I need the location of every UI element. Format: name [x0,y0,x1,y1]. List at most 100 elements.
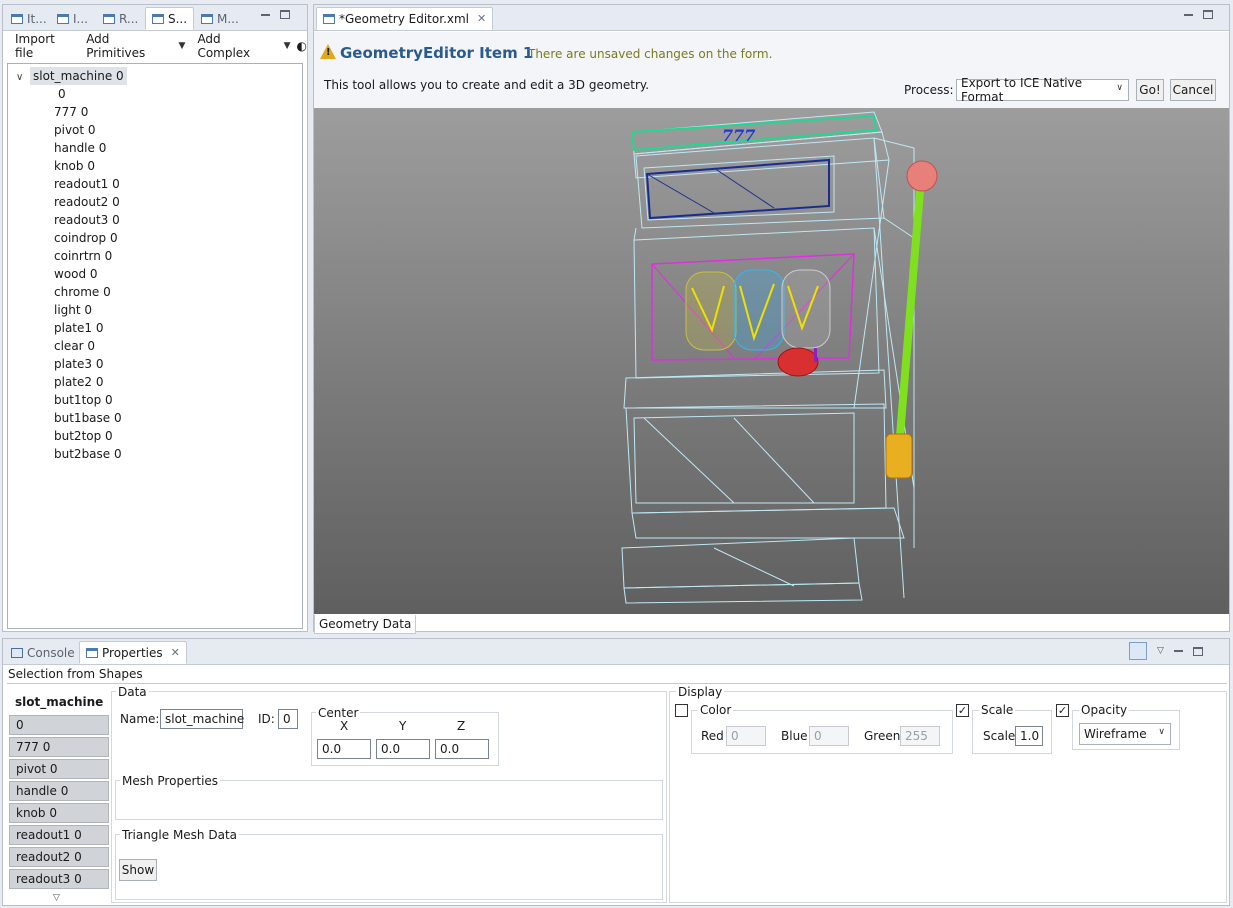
tree-item[interactable]: readout3 0 [54,211,120,229]
selection-list-item[interactable]: handle 0 [9,781,109,801]
minimize-icon[interactable] [1184,13,1193,16]
more-icon[interactable]: ◐ [297,39,307,53]
shape-tree: ∨ slot_machine 0 0 777 0 pivot 0 handle 0 kno… [7,63,303,629]
tree-item[interactable]: plate1 0 [54,319,103,337]
import-file-button[interactable]: Import file [9,32,80,60]
maximize-icon[interactable] [1203,10,1213,19]
scale-checkbox[interactable]: ✓ [956,704,969,717]
selection-list-item[interactable]: readout2 0 [9,847,109,867]
tree-item[interactable]: 0 [58,85,66,103]
view-icon [152,13,164,24]
chevron-down-icon[interactable]: ▼ [179,41,186,51]
add-complex-button[interactable]: Add Complex [191,32,279,60]
selection-list-item[interactable]: 777 0 [9,737,109,757]
pin-icon[interactable] [1129,642,1147,660]
tree-item[interactable]: clear 0 [54,337,95,355]
tree-item[interactable]: coinrtrn 0 [54,247,112,265]
tab-geometry-data[interactable]: Geometry Data [314,615,417,634]
tab-i[interactable]: I... [51,7,94,30]
selection-list-item[interactable]: readout3 0 [9,869,109,889]
red-input[interactable]: 0 [726,726,766,746]
center-z-input[interactable]: 0.0 [435,739,489,759]
editor-panel: *Geometry Editor.xml ✕ ! GeometryEditor … [313,4,1230,634]
selection-list-item[interactable]: slot_machine 0 [9,693,109,727]
properties-panel: Console Properties ✕ ▽ Selection from Sh… [2,638,1230,906]
warning-mark: ! [326,47,331,58]
tree-item[interactable]: plate2 0 [54,373,103,391]
chevron-down-icon[interactable]: ▼ [284,41,291,51]
triangle-mesh-group: Triangle Mesh Data [115,828,663,900]
show-button[interactable]: Show [119,859,157,881]
tab-items[interactable]: It... [5,7,53,30]
minimize-icon[interactable] [261,13,270,16]
id-input[interactable]: 0 [278,709,298,729]
selection-list-item[interactable]: knob 0 [9,803,109,823]
center-y-input[interactable]: 0.0 [376,739,430,759]
selection-title: Selection from Shapes [8,667,143,681]
tab-geometry-editor[interactable]: *Geometry Editor.xml ✕ [316,7,494,30]
tree-item[interactable]: but2base 0 [54,445,122,463]
tree-item[interactable]: wood 0 [54,265,98,283]
slot-machine-render: 777 [621,111,938,604]
tree-item[interactable]: light 0 [54,301,92,319]
blue-input[interactable]: 0 [809,726,849,746]
tree-item[interactable]: pivot 0 [54,121,96,139]
scale-group-label: Scale [979,703,1016,717]
tree-item[interactable]: but2top 0 [54,427,113,445]
name-label: Name: [120,712,160,726]
tree-item-root[interactable]: ∨ slot_machine 0 [16,67,127,87]
z-label: Z [457,719,466,733]
close-icon[interactable]: ✕ [171,646,180,659]
name-input[interactable]: slot_machine [160,709,244,729]
tab-m[interactable]: M... [195,7,245,30]
tree-item[interactable]: but1base 0 [54,409,122,427]
tree-item[interactable]: but1top 0 [54,391,113,409]
green-input[interactable]: 255 [900,726,940,746]
tree-item[interactable]: readout2 0 [54,193,120,211]
tree-item[interactable]: handle 0 [54,139,106,157]
tree-item[interactable]: coindrop 0 [54,229,118,247]
chevron-down-icon: ∨ [1116,83,1123,93]
view-icon [57,13,69,24]
process-select[interactable]: Export to ICE Native Format ∨ [956,76,1129,104]
tree-item[interactable]: plate3 0 [54,355,103,373]
tab-console[interactable]: Console [5,641,81,664]
left-tabbar: It... I... R... S... M... [3,5,307,31]
selection-list-item[interactable]: 0 [9,715,109,735]
maximize-icon[interactable] [1192,646,1203,656]
minimize-icon[interactable] [1173,650,1183,652]
editor-icon [323,13,335,24]
scale-label: Scale [983,729,1016,743]
tab-properties[interactable]: Properties ✕ [79,641,187,664]
selection-list-item[interactable]: pivot 0 [9,759,109,779]
id-label: ID: [258,712,275,726]
data-group-label: Data [116,685,149,699]
tab-shapes[interactable]: S... [145,7,195,30]
tree-item[interactable]: chrome 0 [54,283,111,301]
process-label: Process: [904,83,954,97]
center-x-input[interactable]: 0.0 [317,739,371,759]
cancel-button[interactable]: Cancel [1170,79,1216,101]
view-menu-icon[interactable]: ▽ [1157,646,1164,656]
scale-input[interactable]: 1.0 [1015,726,1043,746]
selection-list-item[interactable]: readout1 0 [9,825,109,845]
close-icon[interactable]: ✕ [477,12,486,25]
go-button[interactable]: Go! [1136,79,1164,101]
x-label: X [340,719,349,733]
green-label: Green [864,729,901,743]
geometry-canvas[interactable]: 777 [314,108,1229,614]
render-mode-select[interactable]: Wireframe ∨ [1079,723,1171,745]
tree-item[interactable]: 777 0 [54,103,88,121]
view-icon [11,13,23,24]
opacity-checkbox[interactable]: ✓ [1056,704,1069,717]
add-primitives-button[interactable]: Add Primitives [80,32,174,60]
maximize-icon[interactable] [280,10,290,19]
tab-r[interactable]: R... [97,7,144,30]
tree-item[interactable]: knob 0 [54,157,95,175]
mesh-properties-label: Mesh Properties [120,774,221,788]
display-group-label: Display [676,685,725,699]
tree-item[interactable]: readout1 0 [54,175,120,193]
color-checkbox[interactable] [675,704,688,717]
chevron-down-icon[interactable]: ∨ [16,69,30,87]
scroll-down-icon[interactable]: ▽ [53,893,60,903]
